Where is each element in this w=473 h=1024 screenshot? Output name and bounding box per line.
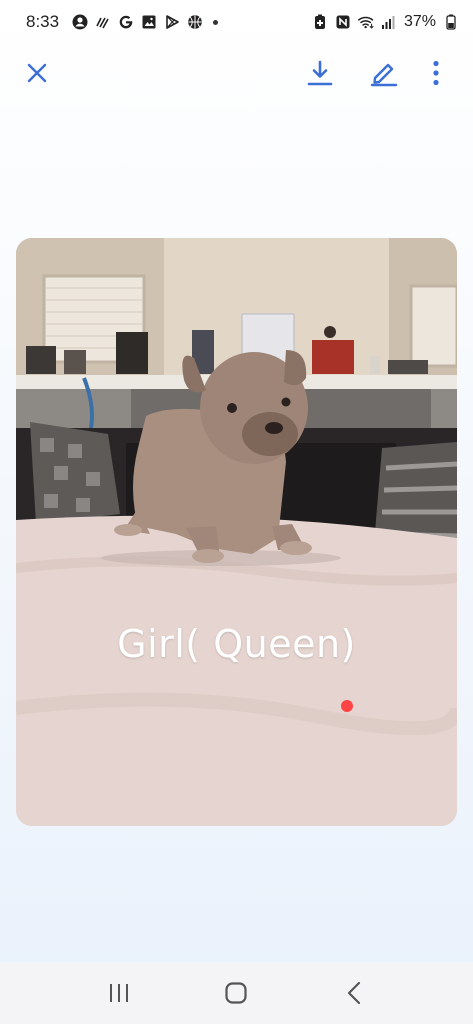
puppy-photo — [16, 238, 457, 826]
more-options-button[interactable] — [413, 50, 459, 96]
navigation-bar — [0, 962, 473, 1024]
home-button[interactable] — [211, 968, 261, 1018]
nfc-icon — [335, 14, 352, 31]
more-vert-icon — [433, 60, 439, 86]
photo-viewer-image[interactable]: Girl( Queen) — [16, 238, 457, 826]
battery-percent: 37% — [403, 13, 436, 30]
edit-button[interactable] — [361, 50, 407, 96]
basketball-icon — [186, 14, 203, 31]
close-button[interactable] — [14, 50, 60, 96]
stylus-icon — [94, 14, 111, 31]
close-icon — [27, 63, 47, 83]
gallery-icon — [140, 14, 157, 31]
notification-dot-icon — [213, 19, 219, 25]
google-g-icon — [117, 14, 134, 31]
back-button[interactable] — [329, 968, 379, 1018]
download-icon — [307, 60, 333, 86]
battery-icon — [442, 14, 459, 31]
edit-pencil-icon — [370, 63, 398, 87]
signal-icon — [381, 14, 398, 31]
viewer-toolbar — [0, 50, 473, 96]
home-icon — [225, 982, 248, 1004]
recent-apps-icon — [109, 984, 128, 1002]
play-store-icon — [163, 14, 180, 31]
image-caption: Girl( Queen) — [117, 622, 356, 666]
status-bar: 8:33 37% — [0, 0, 473, 44]
status-time: 8:33 — [26, 12, 60, 31]
recent-apps-button[interactable] — [94, 968, 144, 1018]
account-circle-icon — [71, 14, 88, 31]
download-button[interactable] — [297, 50, 343, 96]
back-icon — [348, 981, 361, 1005]
wifi-icon — [358, 14, 375, 31]
battery-saver-icon — [312, 14, 329, 31]
